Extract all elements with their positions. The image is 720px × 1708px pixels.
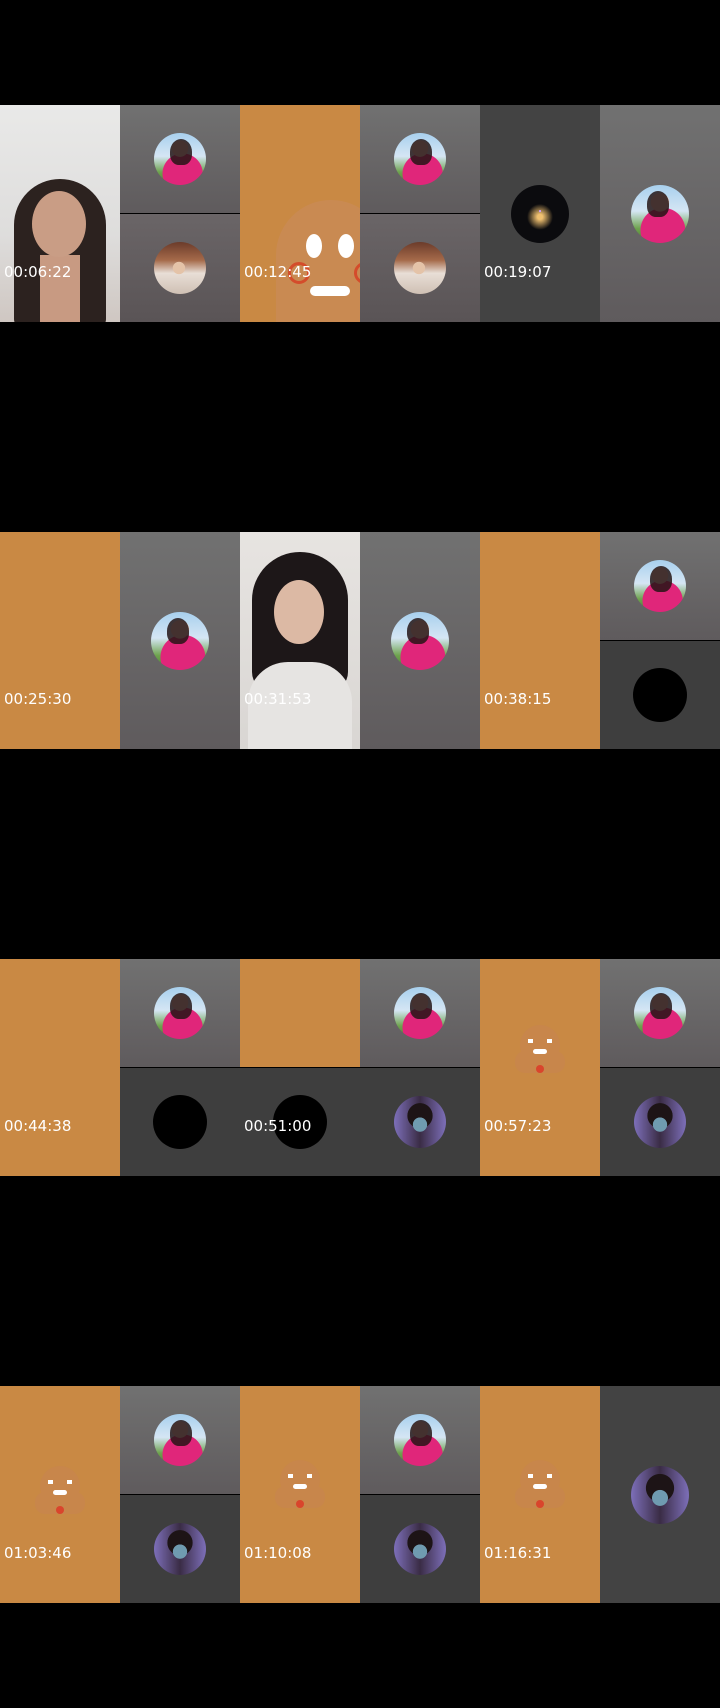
participant-video-girl (240, 532, 360, 749)
thumbnail-6[interactable]: 00:38:15 (480, 427, 720, 854)
avatar-black-icon (633, 668, 687, 722)
participant-video-gingerbread (240, 105, 360, 322)
participant-tile (120, 532, 240, 749)
avatar-elephant-icon (634, 1096, 686, 1148)
timestamp-label: 00:44:38 (4, 1117, 72, 1135)
participant-tile (360, 1386, 480, 1494)
participant-tile (120, 105, 240, 213)
video-frame (480, 532, 720, 749)
video-frame (0, 1386, 240, 1603)
avatar-elephant-icon (394, 1096, 446, 1148)
video-frame (480, 105, 720, 322)
participant-video-gingerbread (240, 1386, 360, 1603)
thumbnail-10[interactable]: 01:03:46 (0, 1281, 240, 1708)
avatar-pink-icon (394, 987, 446, 1039)
thumbnail-12[interactable]: 01:16:31 (480, 1281, 720, 1708)
avatar-pink-icon (154, 133, 206, 185)
gingerbread-icon (275, 1460, 325, 1516)
avatar-black-icon (153, 1095, 207, 1149)
video-frame (0, 959, 240, 1176)
video-frame (240, 532, 480, 749)
video-frame (480, 1386, 720, 1603)
avatar-pink-icon (394, 1414, 446, 1466)
video-frame (240, 105, 480, 322)
participant-video-orange (0, 959, 120, 1176)
participant-video-orange (0, 532, 120, 749)
timestamp-label: 00:25:30 (4, 690, 72, 708)
avatar-elephant-icon (154, 1523, 206, 1575)
thumbnail-4[interactable]: 00:25:30 (0, 427, 240, 854)
participant-tile (600, 959, 720, 1067)
participant-tile (360, 1495, 480, 1603)
participant-video-orange (480, 532, 600, 749)
gingerbread-icon (276, 200, 360, 322)
timestamp-label: 00:06:22 (4, 263, 72, 281)
participant-tile (600, 105, 720, 322)
timestamp-label: 00:38:15 (484, 690, 552, 708)
participant-tile (600, 1386, 720, 1603)
timestamp-label: 00:57:23 (484, 1117, 552, 1135)
video-frame (240, 1386, 480, 1603)
avatar-elephant-icon (394, 1523, 446, 1575)
avatar-pink-icon (154, 1414, 206, 1466)
participant-tile (360, 105, 480, 213)
timestamp-label: 01:10:08 (244, 1544, 312, 1562)
timestamp-label: 00:12:45 (244, 263, 312, 281)
avatar-pink-icon (634, 987, 686, 1039)
participant-video-gingerbread (480, 959, 600, 1176)
timestamp-label: 01:16:31 (484, 1544, 552, 1562)
participant-video-girl (0, 105, 120, 322)
participant-tile (360, 214, 480, 322)
participant-tile (600, 641, 720, 749)
participant-tile (360, 1068, 480, 1176)
avatar-pink-icon (394, 133, 446, 185)
participant-video-gingerbread (0, 1386, 120, 1603)
avatar-dark-logo-icon (511, 184, 569, 243)
video-frame (0, 532, 240, 749)
video-frame (0, 105, 240, 322)
participant-tile (360, 959, 480, 1067)
gingerbread-icon (515, 1460, 565, 1516)
participant-tile (120, 1068, 240, 1176)
gingerbread-icon (515, 1025, 565, 1081)
gingerbread-icon (35, 1466, 85, 1522)
thumbnail-7[interactable]: 00:44:38 (0, 854, 240, 1281)
thumbnail-2[interactable]: 00:12:45 (240, 0, 480, 427)
timestamp-label: 01:03:46 (4, 1544, 72, 1562)
avatar-pink-icon (631, 184, 689, 243)
thumbnail-5[interactable]: 00:31:53 (240, 427, 480, 854)
avatar-man-icon (394, 242, 446, 294)
participant-video-gingerbread (480, 1386, 600, 1603)
participant-tile (360, 532, 480, 749)
participant-tile (120, 959, 240, 1067)
participant-tile (120, 1495, 240, 1603)
avatar-pink-icon (634, 560, 686, 612)
participant-tile (120, 214, 240, 322)
thumbnail-1[interactable]: 00:06:22 (0, 0, 240, 427)
participant-video-orange (240, 959, 360, 1067)
video-frame (240, 959, 480, 1176)
timestamp-label: 00:31:53 (244, 690, 312, 708)
timestamp-label: 00:51:00 (244, 1117, 312, 1135)
thumbnail-8[interactable]: 00:51:00 (240, 854, 480, 1281)
avatar-elephant-icon (631, 1465, 689, 1524)
avatar-man-icon (154, 242, 206, 294)
thumbnail-3[interactable]: 00:19:07 (480, 0, 720, 427)
timestamp-label: 00:19:07 (484, 263, 552, 281)
avatar-pink-icon (391, 611, 449, 670)
avatar-pink-icon (154, 987, 206, 1039)
participant-tile (600, 532, 720, 640)
thumbnail-grid: 00:06:22 00:12:45 00:19:07 00:25:30 00:3… (0, 0, 720, 1708)
participant-tile (480, 105, 600, 322)
thumbnail-11[interactable]: 01:10:08 (240, 1281, 480, 1708)
participant-tile (120, 1386, 240, 1494)
video-frame (480, 959, 720, 1176)
avatar-pink-icon (151, 611, 209, 670)
participant-tile (600, 1068, 720, 1176)
thumbnail-9[interactable]: 00:57:23 (480, 854, 720, 1281)
